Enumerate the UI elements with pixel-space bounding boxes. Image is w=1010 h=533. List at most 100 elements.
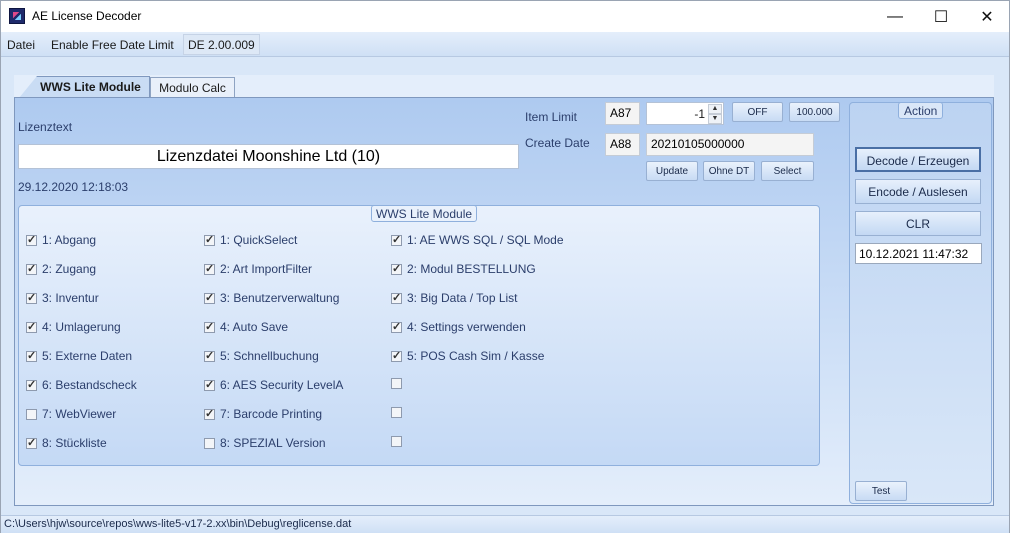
checkbox[interactable] (391, 436, 402, 447)
module-checkbox-row[interactable]: 7: WebViewer (26, 407, 116, 421)
module-checkbox-label: 8: Stückliste (42, 436, 107, 450)
module-checkbox-row[interactable]: 4: Umlagerung (26, 320, 121, 334)
module-checkbox-row[interactable]: 3: Inventur (26, 291, 99, 305)
preset-100000-button[interactable]: 100.000 (789, 102, 840, 122)
license-text-field[interactable]: Lizenzdatei Moonshine Ltd (10) (18, 144, 519, 169)
checkbox[interactable] (204, 378, 215, 391)
update-button[interactable]: Update (646, 161, 698, 181)
checkbox[interactable] (26, 291, 37, 304)
off-button[interactable]: OFF (732, 102, 783, 122)
module-checkbox-row[interactable]: 1: Abgang (26, 233, 96, 247)
spin-up-icon[interactable]: ▲ (708, 104, 722, 114)
module-checkbox-label: 5: POS Cash Sim / Kasse (407, 349, 545, 363)
module-checkbox-label: 2: Modul BESTELLUNG (407, 262, 536, 276)
create-date-label: Create Date (525, 136, 590, 150)
module-checkbox-label: 3: Inventur (42, 291, 99, 305)
tab-modulo-calc[interactable]: Modulo Calc (150, 77, 235, 98)
license-timestamp: 29.12.2020 12:18:03 (18, 180, 129, 194)
checkbox[interactable] (391, 233, 402, 246)
select-button[interactable]: Select (761, 161, 814, 181)
module-checkbox-row[interactable]: 1: AE WWS SQL / SQL Mode (391, 233, 564, 247)
checkbox[interactable] (391, 407, 402, 418)
checkbox[interactable] (26, 408, 37, 420)
module-checkbox-row[interactable]: 4: Auto Save (204, 320, 288, 334)
module-checkbox-label: 6: AES Security LevelA (220, 378, 344, 392)
module-checkbox-label: 3: Benutzerverwaltung (220, 291, 340, 305)
checkbox[interactable] (204, 233, 215, 246)
module-checkbox-row[interactable]: 6: Bestandscheck (26, 378, 137, 392)
module-checkbox-row[interactable]: 2: Art ImportFilter (204, 262, 312, 276)
checkbox[interactable] (26, 262, 37, 275)
module-checkbox-row[interactable]: 4: Settings verwenden (391, 320, 526, 334)
tab-wws-lite-module[interactable]: WWS Lite Module (19, 76, 150, 98)
checkbox[interactable] (391, 378, 402, 389)
test-button[interactable]: Test (855, 481, 907, 501)
menu-datei[interactable]: Datei (7, 38, 35, 52)
clr-button[interactable]: CLR (855, 211, 981, 236)
checkbox[interactable] (391, 262, 402, 275)
module-checkbox-row[interactable]: 1: QuickSelect (204, 233, 297, 247)
action-date-field[interactable]: 10.12.2021 11:47:32 (855, 243, 982, 264)
checkbox[interactable] (391, 291, 402, 304)
checkbox[interactable] (26, 436, 37, 449)
module-checkbox-label: 1: QuickSelect (220, 233, 298, 247)
menu-bar: Datei Enable Free Date Limit DE 2.00.009 (1, 32, 1009, 57)
app-window: AE License Decoder — ☐ ✕ Datei Enable Fr… (0, 0, 1010, 533)
checkbox[interactable] (204, 320, 215, 333)
version-label: DE 2.00.009 (183, 34, 260, 55)
module-checkbox-label: 1: AE WWS SQL / SQL Mode (407, 233, 564, 247)
checkbox[interactable] (204, 262, 215, 275)
license-text-label: Lizenztext (18, 120, 73, 134)
module-checkbox-label: 4: Umlagerung (42, 320, 121, 334)
item-limit-code: A87 (605, 102, 640, 125)
module-checkbox-row[interactable]: 2: Modul BESTELLUNG (391, 262, 536, 276)
checkbox[interactable] (26, 349, 37, 362)
module-checkbox-row[interactable]: 5: Schnellbuchung (204, 349, 319, 363)
module-checkbox-row[interactable]: 3: Big Data / Top List (391, 291, 518, 305)
checkbox[interactable] (391, 320, 402, 333)
menu-enable-free-date-limit[interactable]: Enable Free Date Limit (51, 38, 174, 52)
item-limit-stepper[interactable]: -1 ▲ ▼ (646, 102, 724, 125)
module-checkbox-row[interactable] (391, 436, 407, 447)
modules-group-title: WWS Lite Module (371, 205, 478, 222)
minimize-button[interactable]: — (872, 1, 918, 32)
module-checkbox-row[interactable]: 8: Stückliste (26, 436, 107, 450)
module-checkbox-row[interactable]: 6: AES Security LevelA (204, 378, 343, 392)
module-checkbox-label: 7: Barcode Printing (220, 407, 323, 421)
module-checkbox-row[interactable]: 5: Externe Daten (26, 349, 132, 363)
module-checkbox-row[interactable]: 5: POS Cash Sim / Kasse (391, 349, 544, 363)
checkbox[interactable] (204, 437, 215, 449)
module-checkbox-row[interactable] (391, 378, 407, 389)
spin-down-icon[interactable]: ▼ (708, 114, 722, 124)
module-checkbox-label: 7: WebViewer (42, 407, 117, 421)
ohne-dt-button[interactable]: Ohne DT (703, 161, 755, 181)
checkbox[interactable] (26, 320, 37, 333)
encode-button[interactable]: Encode / Auslesen (855, 179, 981, 204)
item-limit-value[interactable]: -1 (694, 107, 705, 121)
checkbox[interactable] (26, 233, 37, 246)
status-bar: C:\Users\hjw\source\repos\wws-lite5-v17-… (1, 515, 1009, 533)
module-checkbox-row[interactable]: 7: Barcode Printing (204, 407, 322, 421)
module-checkbox-row[interactable]: 8: SPEZIAL Version (204, 436, 326, 450)
title-bar: AE License Decoder — ☐ ✕ (1, 1, 1009, 32)
checkbox[interactable] (204, 349, 215, 362)
module-checkbox-label: 6: Bestandscheck (42, 378, 137, 392)
module-checkbox-label: 5: Schnellbuchung (220, 349, 319, 363)
app-icon (9, 8, 25, 24)
module-checkbox-row[interactable] (391, 407, 407, 418)
checkbox[interactable] (26, 378, 37, 391)
checkbox[interactable] (204, 407, 215, 420)
module-checkbox-label: 4: Settings verwenden (407, 320, 526, 334)
action-group-title: Action (898, 102, 944, 119)
create-date-field[interactable]: 20210105000000 (646, 133, 814, 156)
checkbox[interactable] (204, 291, 215, 304)
module-checkbox-label: 2: Art ImportFilter (220, 262, 313, 276)
module-checkbox-row[interactable]: 2: Zugang (26, 262, 96, 276)
close-button[interactable]: ✕ (964, 1, 1010, 32)
module-checkbox-row[interactable]: 3: Benutzerverwaltung (204, 291, 339, 305)
decode-button[interactable]: Decode / Erzeugen (855, 147, 981, 172)
checkbox[interactable] (391, 349, 402, 362)
window-title: AE License Decoder (32, 9, 142, 23)
maximize-button[interactable]: ☐ (918, 1, 964, 32)
module-checkbox-label: 2: Zugang (42, 262, 97, 276)
